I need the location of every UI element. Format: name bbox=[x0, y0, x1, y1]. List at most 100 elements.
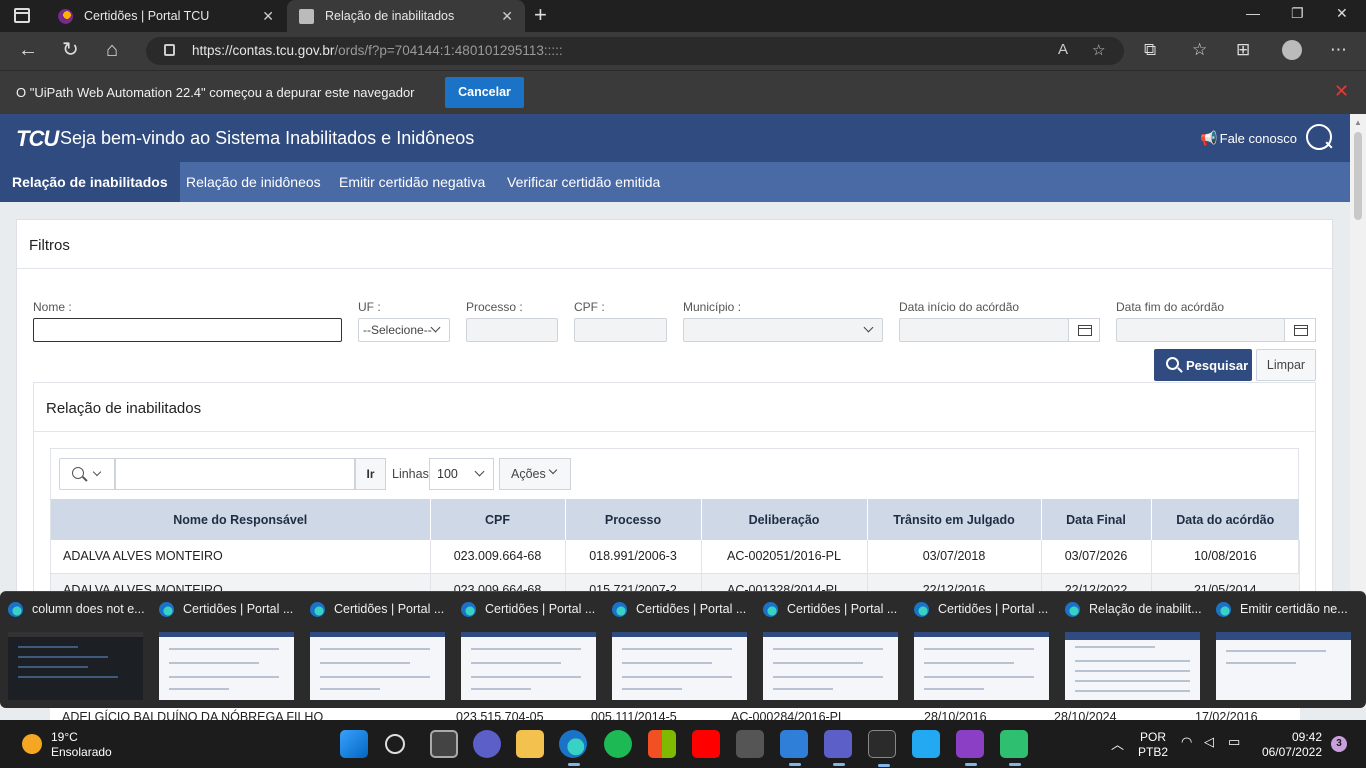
clock[interactable]: 09:42 06/07/2022 bbox=[1258, 730, 1322, 760]
go-button[interactable]: Ir bbox=[355, 458, 386, 490]
site-title: Seja bem-vindo ao Sistema Inabilitados e… bbox=[60, 128, 475, 148]
window-thumbnail[interactable]: Certidões | Portal ... bbox=[604, 592, 755, 709]
youtube-icon[interactable] bbox=[692, 730, 720, 758]
new-tab-icon[interactable]: + bbox=[534, 2, 547, 28]
uipath-studio-icon[interactable] bbox=[780, 730, 808, 766]
uipath-robot-icon[interactable] bbox=[1000, 730, 1028, 766]
pesquisar-button[interactable]: Pesquisar bbox=[1154, 349, 1252, 381]
window-thumbnail[interactable]: Emitir certidão ne... bbox=[1208, 592, 1359, 709]
table-row[interactable]: ADALVA ALVES MONTEIRO 023.009.664-68 018… bbox=[51, 540, 1300, 574]
search-icon[interactable] bbox=[1306, 124, 1332, 150]
favorites-icon[interactable]: ☆ bbox=[1192, 40, 1207, 60]
battery-icon[interactable]: ▭ bbox=[1228, 734, 1240, 750]
file-explorer-icon[interactable] bbox=[516, 730, 544, 758]
chevron-up-icon[interactable]: ︿ bbox=[1111, 734, 1124, 753]
store-icon[interactable] bbox=[648, 730, 676, 758]
cpf-input[interactable] bbox=[574, 318, 667, 342]
cell-cpf: 023.009.664-68 bbox=[430, 540, 566, 574]
processo-input[interactable] bbox=[466, 318, 558, 342]
column-header[interactable]: Data Final bbox=[1041, 499, 1152, 540]
acoes-menu-button[interactable]: Ações bbox=[499, 458, 571, 490]
home-icon[interactable]: ⌂ bbox=[106, 39, 118, 61]
data-inicio-calendar-button[interactable] bbox=[1068, 318, 1100, 342]
column-header[interactable]: Trânsito em Julgado bbox=[867, 499, 1042, 540]
column-header[interactable]: CPF bbox=[430, 499, 566, 540]
contact-link[interactable]: 📢 Fale conosco bbox=[1200, 130, 1297, 147]
read-aloud-icon[interactable]: A bbox=[1058, 41, 1068, 58]
scroll-up-icon[interactable]: ▲ bbox=[1354, 118, 1362, 127]
refresh-icon[interactable]: ↻ bbox=[62, 39, 79, 61]
window-thumbnail[interactable]: Certidões | Portal ... bbox=[302, 592, 453, 709]
search-column-selector[interactable] bbox=[59, 458, 115, 490]
window-thumbnail[interactable]: column does not e... bbox=[0, 592, 151, 709]
minimize-icon[interactable]: — bbox=[1246, 5, 1260, 21]
tcu-logo[interactable]: TCU bbox=[16, 126, 59, 152]
window-thumbnail[interactable]: Certidões | Portal ... bbox=[755, 592, 906, 709]
data-inicio-input[interactable] bbox=[899, 318, 1069, 342]
window-thumbnail[interactable]: Certidões | Portal ... bbox=[151, 592, 302, 709]
grid-search-input[interactable] bbox=[115, 458, 355, 490]
wifi-icon[interactable]: ◠ bbox=[1181, 734, 1192, 750]
chevron-down-icon bbox=[92, 467, 102, 477]
sun-icon[interactable] bbox=[22, 734, 42, 754]
menu-item-inabilitados[interactable]: Relação de inabilitados bbox=[0, 162, 180, 202]
app-m-icon[interactable] bbox=[736, 730, 764, 758]
column-header[interactable]: Processo bbox=[565, 499, 702, 540]
windows-start-icon[interactable] bbox=[340, 730, 368, 758]
spotify-icon[interactable] bbox=[604, 730, 632, 758]
rows-per-page-select[interactable]: 100 bbox=[429, 458, 494, 490]
window-close-icon[interactable]: ✕ bbox=[1336, 5, 1348, 22]
column-header[interactable]: Deliberação bbox=[701, 499, 868, 540]
edge-icon[interactable] bbox=[559, 730, 587, 766]
nome-input[interactable] bbox=[33, 318, 342, 342]
window-thumbnail[interactable]: Certidões | Portal ... bbox=[453, 592, 604, 709]
volume-icon[interactable]: ◁ bbox=[1204, 734, 1214, 750]
collections-icon[interactable]: ⊞ bbox=[1236, 40, 1250, 60]
tab-actions-icon[interactable] bbox=[14, 8, 30, 23]
column-header[interactable]: Data do acórdão bbox=[1151, 499, 1300, 540]
cell-data-acordao: 17/02/2016 bbox=[1195, 710, 1258, 720]
scrollbar-thumb[interactable] bbox=[1354, 132, 1362, 220]
close-icon[interactable]: ✕ bbox=[501, 0, 513, 32]
cell-data-final: 03/07/2026 bbox=[1041, 540, 1152, 574]
teams-chat-icon[interactable] bbox=[473, 730, 501, 758]
task-view-icon[interactable] bbox=[430, 730, 458, 758]
data-fim-calendar-button[interactable] bbox=[1284, 318, 1316, 342]
menu-item-emitir-certidao[interactable]: Emitir certidão negativa bbox=[327, 162, 497, 202]
contact-label: Fale conosco bbox=[1219, 131, 1297, 146]
restore-icon[interactable]: ❐ bbox=[1291, 5, 1304, 22]
weather-widget[interactable]: 19°C Ensolarado bbox=[51, 730, 112, 760]
vscode-icon[interactable] bbox=[912, 730, 940, 758]
thumbnail-title: Certidões | Portal ... bbox=[485, 602, 596, 616]
column-header[interactable]: Nome do Responsável bbox=[51, 499, 431, 540]
language-indicator[interactable]: POR PTB2 bbox=[1138, 730, 1168, 760]
tab-relacao[interactable]: Relação de inabilitados ✕ bbox=[287, 0, 525, 32]
search-icon[interactable] bbox=[385, 734, 405, 754]
favorite-add-icon[interactable]: ☆ bbox=[1092, 41, 1105, 59]
menu-item-inidoneos[interactable]: Relação de inidôneos bbox=[174, 162, 333, 202]
profile-avatar[interactable] bbox=[1282, 40, 1302, 60]
limpar-button[interactable]: Limpar bbox=[1256, 349, 1316, 381]
back-icon[interactable]: ← bbox=[18, 39, 38, 61]
close-icon[interactable]: ✕ bbox=[262, 0, 274, 32]
cell-processo: 018.991/2006-3 bbox=[565, 540, 702, 574]
extensions-icon[interactable]: ⧉ bbox=[1144, 40, 1156, 60]
tab-title: Certidões | Portal TCU bbox=[84, 9, 210, 23]
table-header-row: Nome do Responsável CPF Processo Deliber… bbox=[51, 499, 1300, 540]
window-thumbnail[interactable]: Relação de inabilit... bbox=[1057, 592, 1208, 709]
municipio-select[interactable] bbox=[683, 318, 883, 342]
tab-certidoes[interactable]: Certidões | Portal TCU ✕ bbox=[46, 0, 286, 32]
menu-item-verificar-certidao[interactable]: Verificar certidão emitida bbox=[495, 162, 672, 202]
url-bar[interactable]: https://contas.tcu.gov.br/ords/f?p=70414… bbox=[146, 37, 1124, 65]
uf-select[interactable]: --Selecione-- bbox=[358, 318, 450, 342]
uipath-assistant-icon[interactable] bbox=[956, 730, 984, 766]
data-fim-input[interactable] bbox=[1116, 318, 1286, 342]
more-icon[interactable]: ⋯ bbox=[1330, 40, 1347, 60]
close-infobar-icon[interactable]: ✕ bbox=[1334, 81, 1349, 102]
window-thumbnail[interactable]: Certidões | Portal ... bbox=[906, 592, 1057, 709]
cancel-button[interactable]: Cancelar bbox=[445, 77, 524, 108]
teams-icon[interactable] bbox=[824, 730, 852, 766]
terminal-icon[interactable] bbox=[868, 730, 896, 767]
search-icon bbox=[1166, 357, 1179, 370]
notification-badge[interactable]: 3 bbox=[1331, 736, 1347, 752]
